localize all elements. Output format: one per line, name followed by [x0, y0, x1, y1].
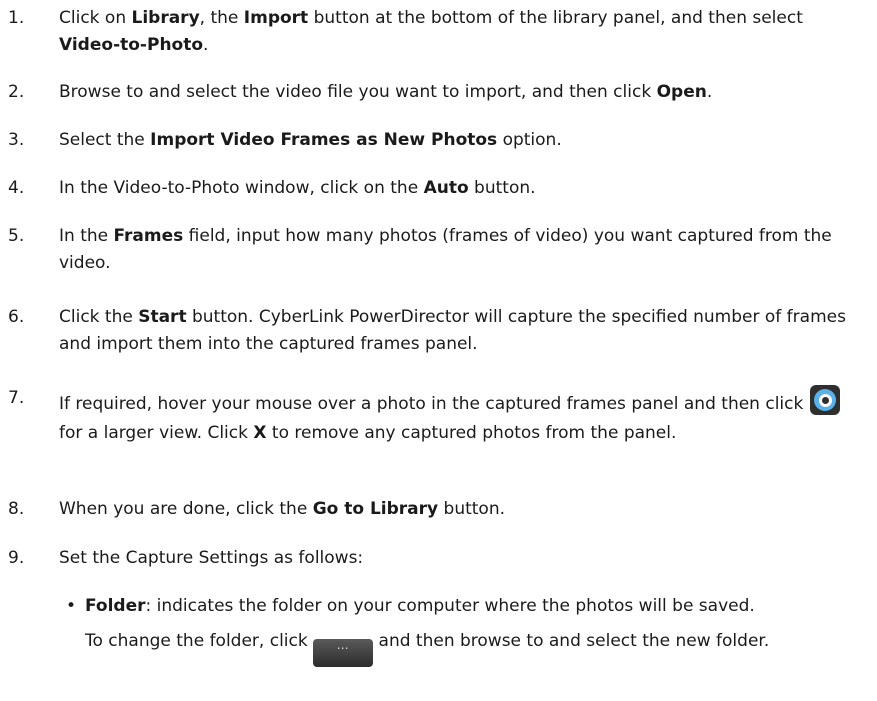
text-run: Click the [59, 307, 139, 327]
text-run: To change the folder, click [85, 631, 314, 651]
bold-term: Go to Library [312, 499, 439, 519]
bold-term: Import Video Frames as New Photos [150, 130, 498, 150]
text-run: option. [497, 130, 562, 150]
step-text: In the Frames field, input how many phot… [59, 223, 849, 277]
bold-term: Open [656, 82, 707, 102]
text-run: button. [438, 499, 506, 519]
step-text: When you are done, click the Go to Libra… [59, 496, 849, 523]
text-run: In the [59, 226, 114, 246]
step-number: 4. [8, 178, 25, 198]
text-run: to remove any captured photos from the p… [266, 423, 677, 443]
text-run: Select the [59, 130, 151, 150]
text-run: . [706, 82, 713, 102]
text-run: Set the Capture Settings as follows: [59, 548, 364, 568]
step-number: 9. [8, 548, 25, 568]
step-number: 3. [8, 130, 25, 150]
bold-term: Import [243, 8, 309, 28]
step-text: Set the Capture Settings as follows: [59, 545, 849, 572]
text-run: If required, hover your mouse over a pho… [59, 394, 809, 414]
more-options-icon: ⋯ [313, 639, 374, 667]
text-run: Browse to and select the video file you … [59, 82, 657, 102]
bold-term: Library [131, 8, 200, 28]
text-run: In the Video-to-Photo window, click on t… [59, 178, 424, 198]
step-text: Select the Import Video Frames as New Ph… [59, 127, 849, 154]
zoom-view-icon [809, 385, 840, 415]
text-run: . [203, 35, 209, 55]
step-text: Browse to and select the video file you … [59, 79, 849, 106]
step-number: 6. [8, 307, 25, 327]
text-run: button at the bottom of the library pane… [308, 8, 803, 28]
step-number: 5. [8, 226, 25, 246]
step-number: 8. [8, 499, 25, 519]
text-run: , the [199, 8, 244, 28]
step-text: Click on Library, the Import button at t… [59, 5, 849, 59]
instructions-document: 1. Click on Library, the Import button a… [0, 0, 877, 701]
step-number: 7. [8, 388, 25, 408]
text-run: : indicates the folder on your computer … [145, 596, 755, 616]
text-run: When you are done, click the [59, 499, 313, 519]
bullet-text: Folder: indicates the folder on your com… [85, 593, 870, 667]
bold-term: Start [138, 307, 187, 327]
bold-term: X [253, 423, 267, 443]
step-text: Click the Start button. CyberLink PowerD… [59, 304, 849, 358]
step-number: 2. [8, 82, 25, 102]
text-run: and then browse to and select the new fo… [373, 631, 770, 651]
text-run: for a larger view. Click [59, 423, 254, 443]
bold-term: Frames [113, 226, 184, 246]
step-text: In the Video-to-Photo window, click on t… [59, 175, 849, 202]
text-run: button. [468, 178, 536, 198]
step-text: If required, hover your mouse over a pho… [59, 385, 849, 448]
bold-term: Folder [85, 596, 146, 616]
step-number: 1. [8, 8, 25, 28]
bold-term: Auto [423, 178, 469, 198]
bullet-marker: • [66, 596, 77, 616]
text-run: Click on [59, 8, 132, 28]
bold-term: Video-to-Photo [59, 35, 204, 55]
